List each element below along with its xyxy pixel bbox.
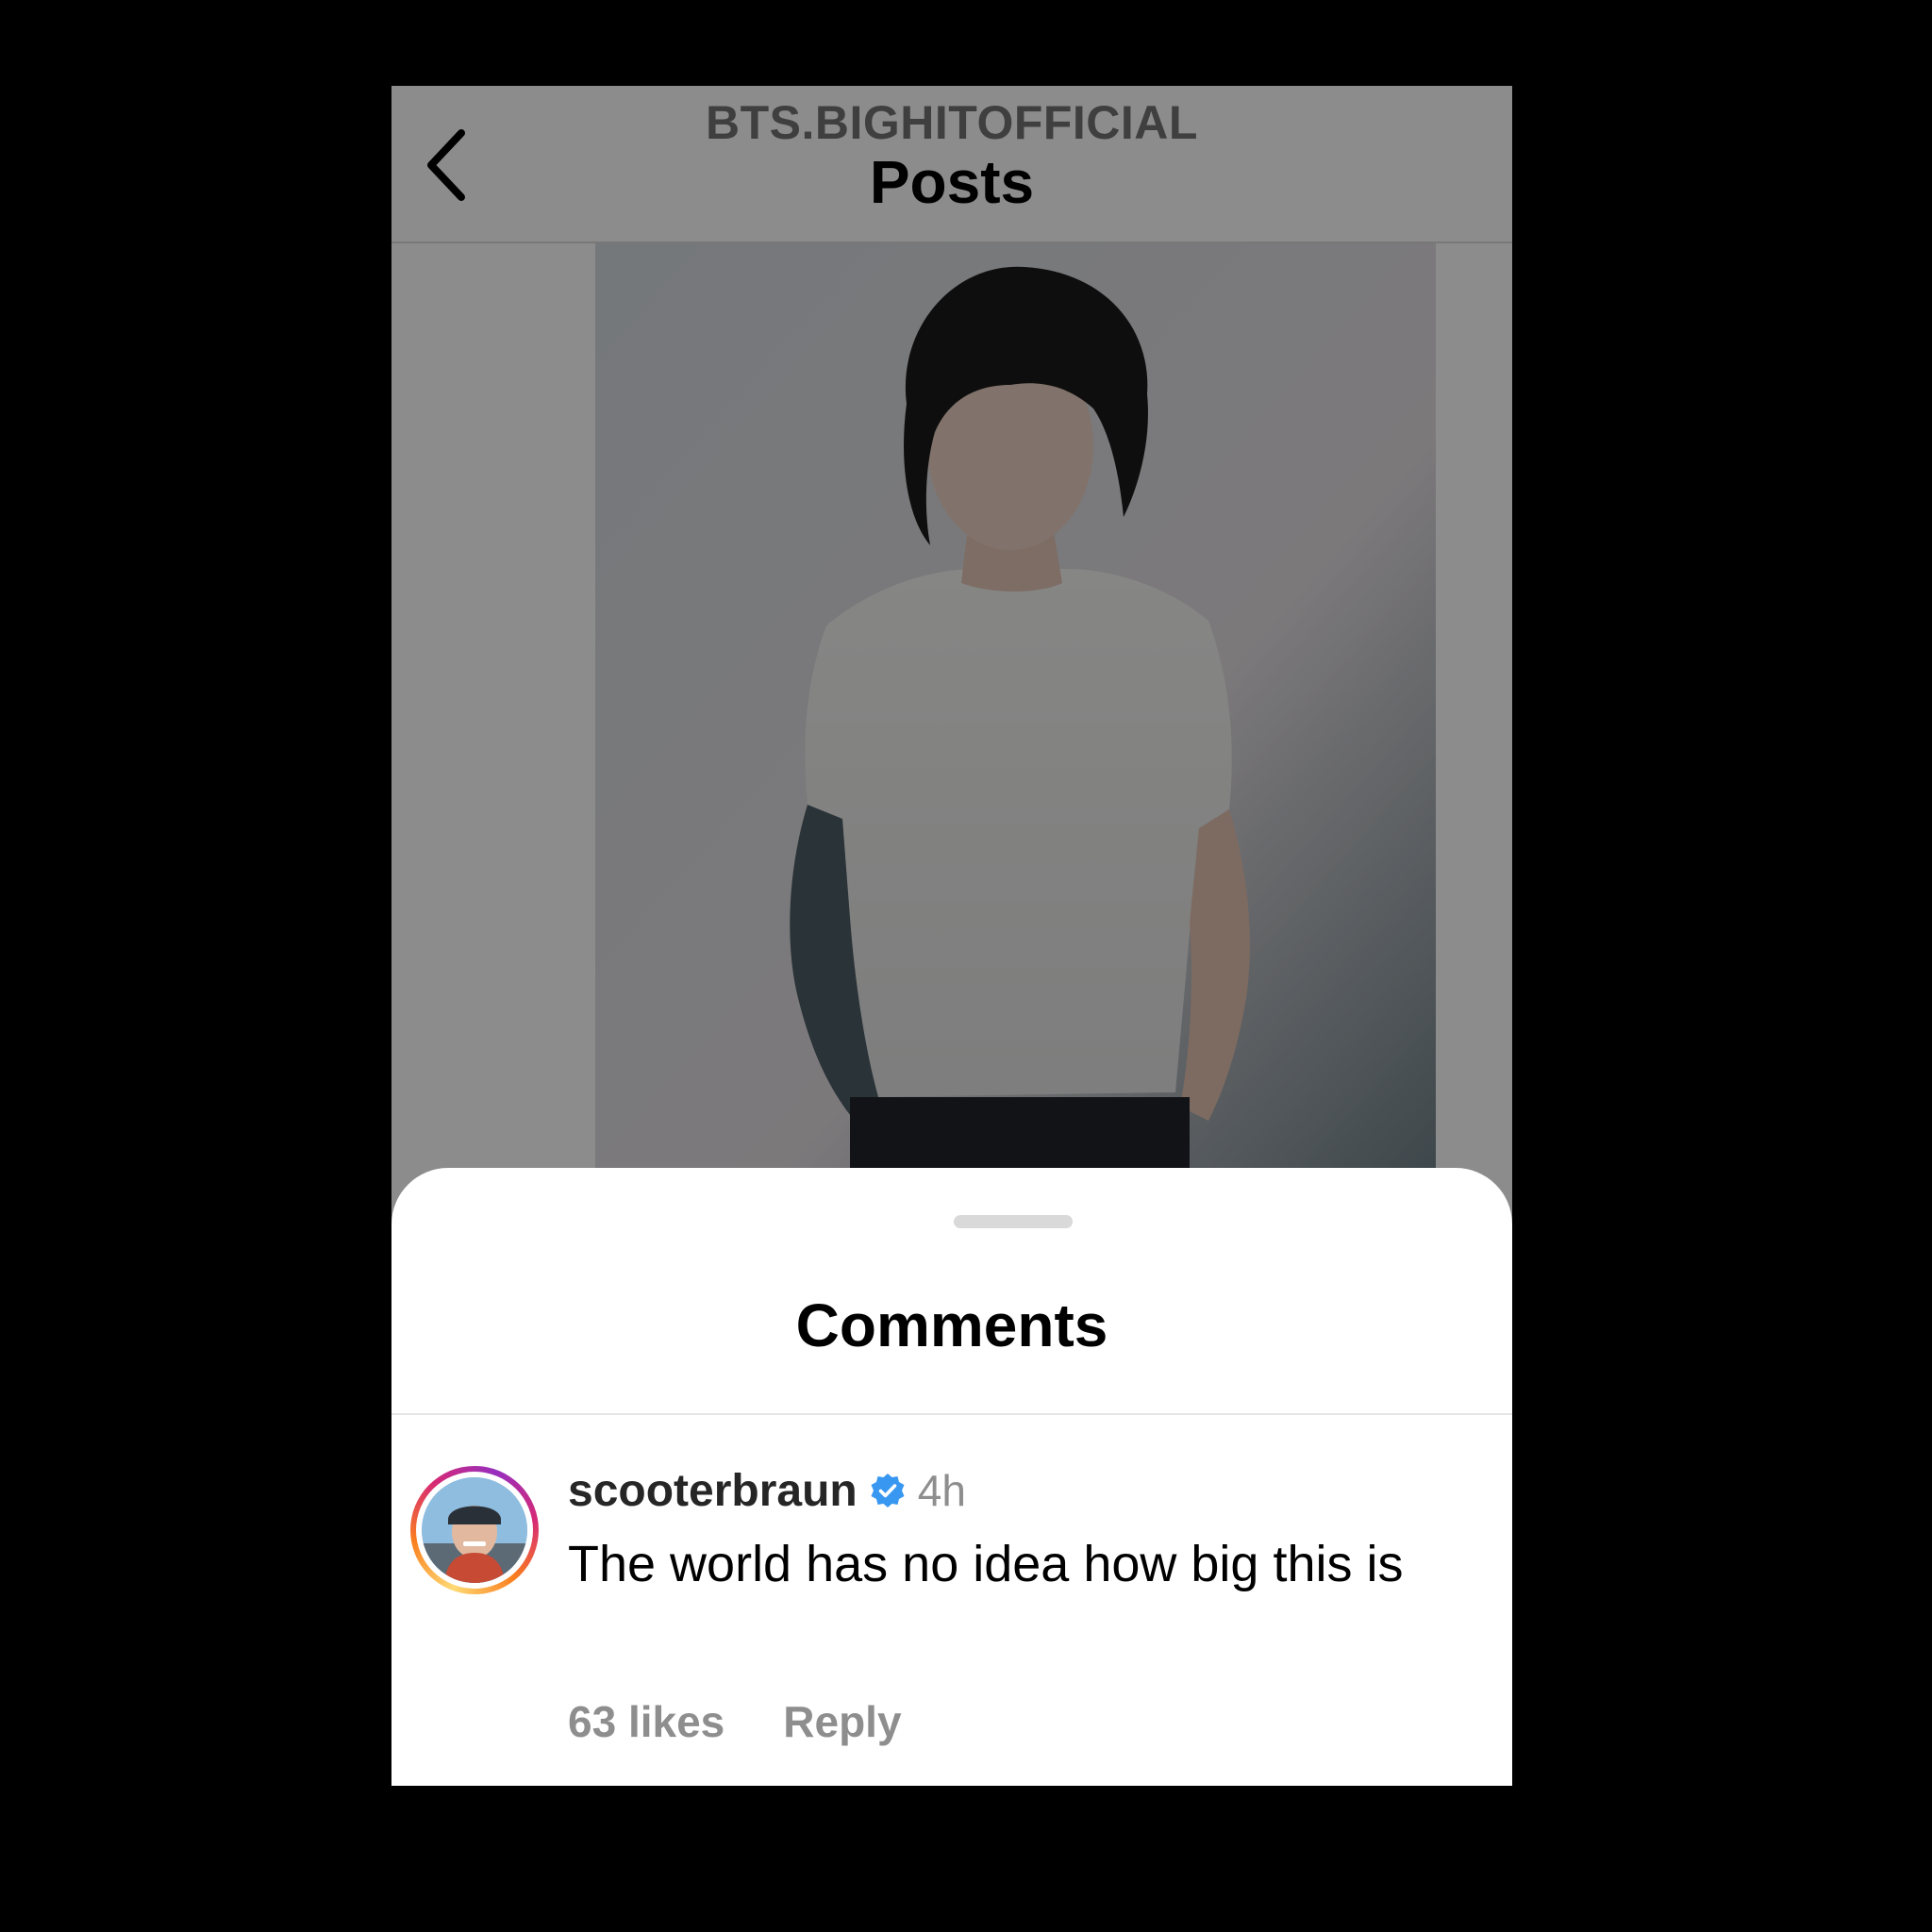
comment-text: The world has no idea how big this is [568, 1536, 1404, 1592]
comment-likes-count[interactable]: 63 likes [568, 1696, 724, 1747]
comment-item: scooterbraun 4h The world has no idea ho… [391, 1415, 1512, 1786]
sheet-drag-handle[interactable] [954, 1215, 1073, 1228]
comment-header: scooterbraun 4h [568, 1462, 966, 1519]
verified-badge-icon [871, 1474, 905, 1507]
avatar[interactable] [410, 1466, 539, 1594]
comments-sheet: Comments scooterbraun 4h The world has n… [391, 1168, 1512, 1786]
comment-username[interactable]: scooterbraun [568, 1465, 858, 1517]
sheet-title: Comments [795, 1291, 1108, 1359]
avatar-illustration [422, 1477, 527, 1583]
phone-screen: BTS.BIGHITOFFICIAL Posts Comments scoote… [391, 86, 1512, 1786]
reply-button[interactable]: Reply [783, 1696, 901, 1747]
avatar-ring-gap [416, 1472, 533, 1589]
comment-actions: 63 likes Reply [568, 1693, 902, 1750]
avatar-image [422, 1477, 527, 1583]
comment-timestamp: 4h [917, 1466, 966, 1515]
